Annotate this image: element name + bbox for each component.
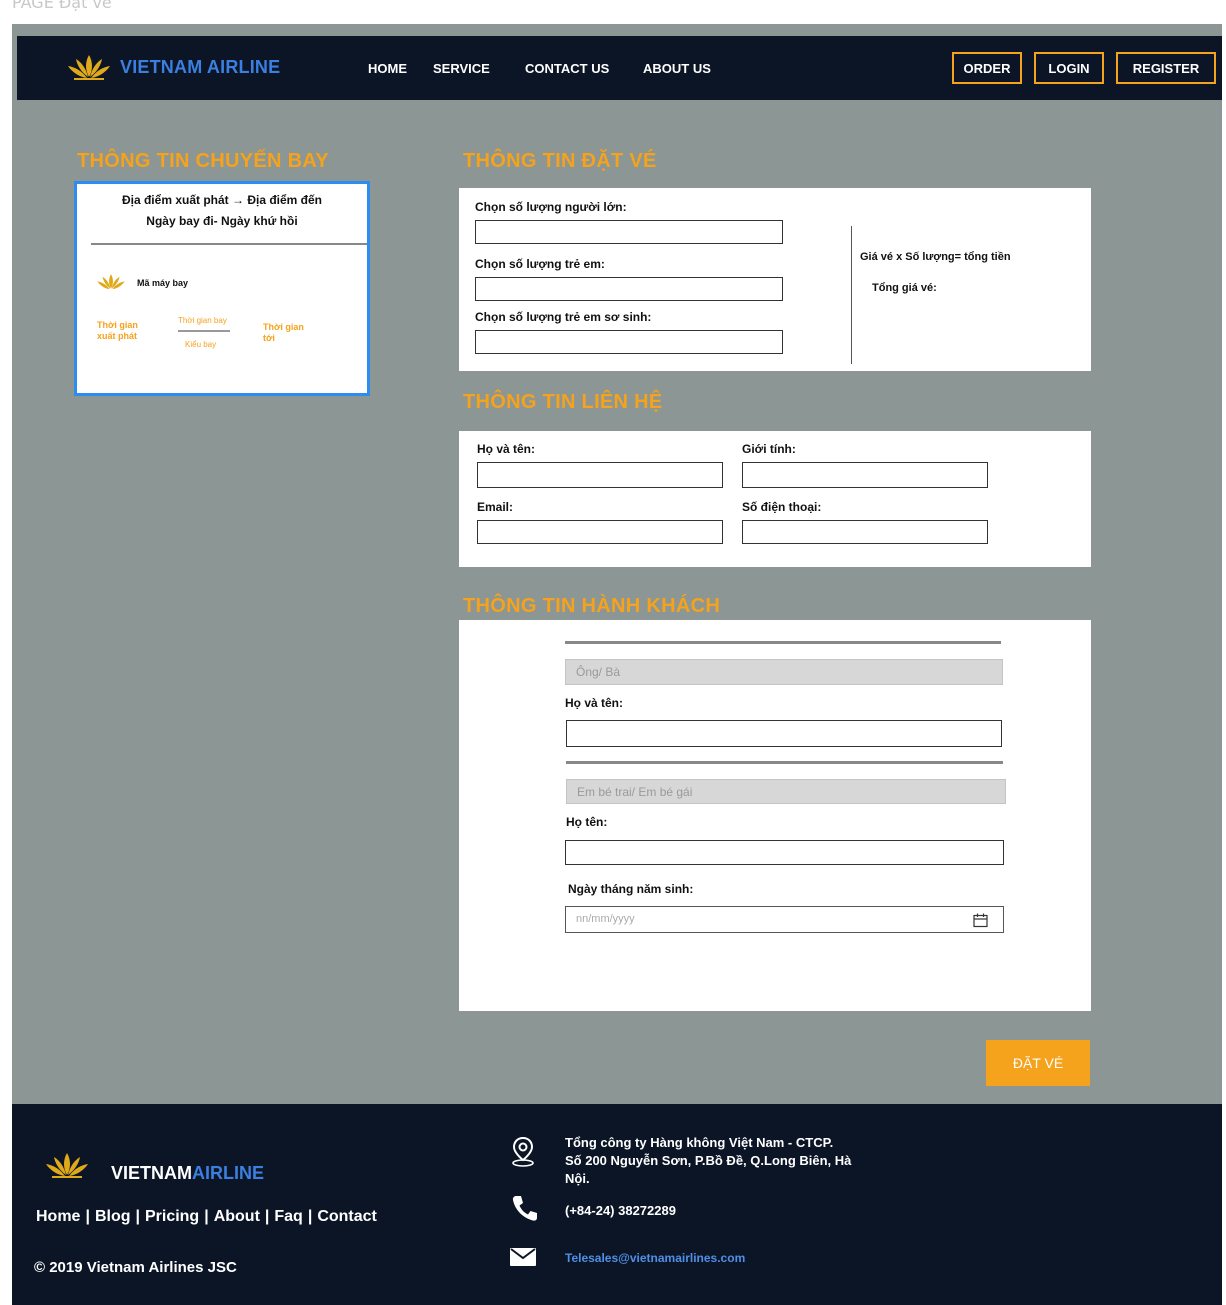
- contact-name-input[interactable]: [477, 462, 723, 488]
- header-logo[interactable]: VIETNAM AIRLINE: [66, 52, 280, 82]
- location-pin-icon: [512, 1136, 534, 1167]
- title-select[interactable]: Ông/ Bà: [565, 659, 1003, 685]
- footer-link-faq[interactable]: Faq: [274, 1208, 302, 1226]
- footer-separator: |: [135, 1208, 140, 1225]
- footer-brand-a: VIETNAM: [111, 1163, 192, 1183]
- footer-separator: |: [204, 1208, 209, 1225]
- flight-time-line: [178, 330, 230, 332]
- page-label: PAGE Đặt vé: [12, 0, 112, 12]
- infants-input[interactable]: [475, 330, 783, 354]
- login-button[interactable]: LOGIN: [1034, 52, 1104, 84]
- lotus-logo-icon: [68, 55, 110, 80]
- total-price-label: Tổng giá vé:: [872, 282, 937, 294]
- calendar-icon[interactable]: [973, 913, 988, 928]
- phone-label: Số điện thoại:: [742, 500, 822, 514]
- child-gender-select[interactable]: Em bé trai/ Em bé gái: [566, 779, 1006, 804]
- flight-time: Thời gian bay: [178, 316, 227, 325]
- gender-input[interactable]: [742, 462, 988, 488]
- email-label: Email:: [477, 500, 514, 514]
- phone-input[interactable]: [742, 520, 988, 544]
- children-label: Chọn số lượng trẻ em:: [475, 257, 605, 271]
- booking-divider: [851, 226, 852, 364]
- flight-card[interactable]: Địa điểm xuất phát → Địa điểm đến Ngày b…: [74, 181, 370, 396]
- nav-about-us[interactable]: ABOUT US: [643, 61, 711, 76]
- footer-phone: (+84-24) 38272289: [565, 1203, 676, 1218]
- footer-email-link[interactable]: Telesales@vietnamairlines.com: [565, 1251, 745, 1265]
- footer-separator: |: [307, 1208, 313, 1225]
- mail-icon: [510, 1248, 536, 1266]
- nav-service[interactable]: SERVICE: [433, 61, 490, 76]
- adults-label: Chọn số lượng người lớn:: [475, 200, 627, 214]
- flight-card-divider: [91, 243, 367, 245]
- lotus-logo-icon: [97, 274, 125, 290]
- child-name-input[interactable]: [565, 840, 1004, 865]
- footer-link-pricing[interactable]: Pricing: [145, 1208, 199, 1226]
- email-input[interactable]: [477, 520, 723, 544]
- nav-home[interactable]: HOME: [368, 61, 407, 76]
- address-line-3: Nội.: [565, 1171, 590, 1186]
- register-button[interactable]: REGISTER: [1116, 52, 1216, 84]
- depart-time: Thời gian xuất phát: [97, 320, 138, 341]
- logo-text: VIETNAM AIRLINE: [120, 56, 281, 77]
- dob-label: Ngày tháng năm sinh:: [568, 882, 694, 896]
- phone-icon: [512, 1196, 537, 1221]
- flight-route: Địa điểm xuất phát → Địa điểm đến: [121, 193, 323, 207]
- address-line-1: Tổng công ty Hàng không Việt Nam - CTCP.: [565, 1135, 834, 1150]
- adult-name-label: Họ và tên:: [565, 696, 624, 710]
- footer-address: Tổng công ty Hàng không Việt Nam - CTCP.…: [565, 1134, 851, 1188]
- adult-section-divider: [565, 641, 1001, 644]
- footer-brand-b: AIRLINE: [192, 1163, 264, 1183]
- adults-input[interactable]: [475, 220, 783, 244]
- child-section-divider: [566, 761, 1003, 764]
- footer-copyright: © 2019 Vietnam Airlines JSC: [34, 1259, 237, 1276]
- passenger-info-title: THÔNG TIN HÀNH KHÁCH: [463, 595, 721, 617]
- contact-name-label: Họ và tên:: [477, 442, 536, 456]
- booking-panel: Chọn số lượng người lớn: Chọn số lượng t…: [459, 188, 1091, 371]
- dob-placeholder: nn/mm/yyyy: [576, 913, 635, 925]
- address-line-2: Số 200 Nguyễn Sơn, P.Bồ Đề, Q.Long Biên,…: [565, 1153, 852, 1168]
- dob-input[interactable]: nn/mm/yyyy: [565, 906, 1004, 933]
- footer-links: Home | Blog | Pricing | About | Faq | Co…: [36, 1208, 377, 1226]
- price-formula: Giá vé x Số lượng= tổng tiền: [860, 251, 1011, 263]
- footer-separator: |: [85, 1208, 90, 1225]
- footer-separator: |: [264, 1208, 270, 1225]
- gender-label: Giới tính:: [742, 442, 796, 456]
- plane-code: Mã máy bay: [137, 278, 189, 288]
- footer-link-blog[interactable]: Blog: [95, 1208, 131, 1226]
- booking-info-title: THÔNG TIN ĐẶT VÉ: [463, 150, 657, 172]
- footer-link-home[interactable]: Home: [36, 1208, 80, 1226]
- passenger-panel: Ông/ Bà Họ và tên: Em bé trai/ Em bé gái…: [459, 620, 1091, 1011]
- contact-info-title: THÔNG TIN LIÊN HỆ: [463, 391, 663, 413]
- adult-name-input[interactable]: [566, 720, 1002, 747]
- lotus-logo-icon: [46, 1153, 88, 1178]
- arrive-time: Thời gian tới: [263, 322, 304, 343]
- footer-link-about[interactable]: About: [214, 1208, 260, 1226]
- contact-panel: Họ và tên: Giới tính: Email: Số điện tho…: [459, 431, 1091, 567]
- book-ticket-button[interactable]: ĐẶT VÉ: [986, 1040, 1090, 1086]
- flight-dates: Ngày bay đi- Ngày khứ hồi: [146, 214, 298, 228]
- children-input[interactable]: [475, 277, 783, 301]
- nav-contact-us[interactable]: CONTACT US: [525, 61, 609, 76]
- order-button[interactable]: ORDER: [952, 52, 1022, 84]
- footer-link-contact[interactable]: Contact: [317, 1208, 377, 1226]
- flight-info-title: THÔNG TIN CHUYẾN BAY: [77, 150, 329, 172]
- flight-type: Kiểu bay: [185, 340, 217, 349]
- infants-label: Chọn số lượng trẻ em sơ sinh:: [475, 310, 652, 324]
- child-name-label: Họ tên:: [566, 815, 608, 829]
- footer-brand: VIETNAMAIRLINE: [111, 1163, 264, 1184]
